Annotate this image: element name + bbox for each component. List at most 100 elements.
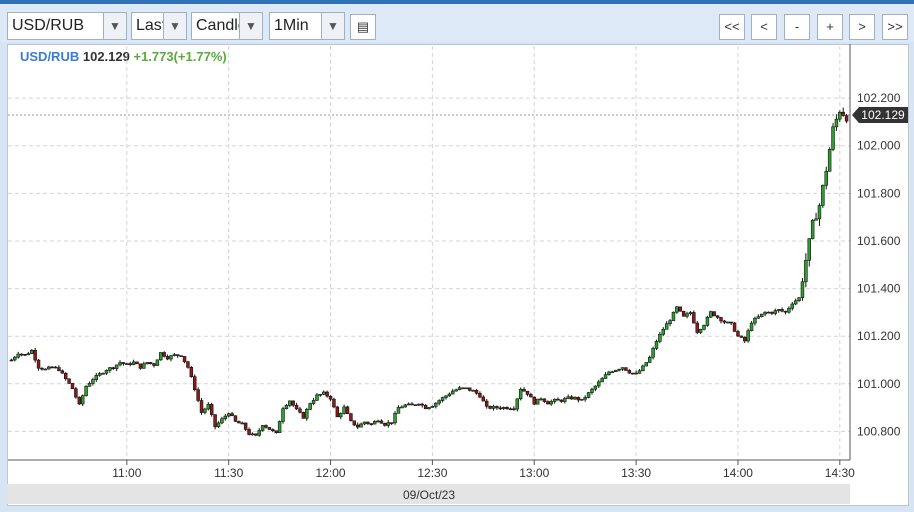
candle-body bbox=[406, 403, 411, 406]
candle-body bbox=[274, 430, 278, 433]
candle-body bbox=[678, 306, 682, 312]
candle-body bbox=[501, 407, 506, 409]
candle-body bbox=[783, 310, 788, 313]
candle-body bbox=[267, 427, 272, 430]
candle-body bbox=[824, 170, 828, 186]
candle-body bbox=[376, 420, 380, 423]
candle-body bbox=[254, 433, 258, 436]
candle-body bbox=[111, 367, 115, 369]
candle-body bbox=[542, 398, 547, 402]
candle-body bbox=[169, 355, 173, 360]
candle-body bbox=[546, 401, 550, 405]
candle-body bbox=[142, 363, 146, 369]
y-tick-label: 100.800 bbox=[857, 424, 901, 438]
candle-body bbox=[434, 402, 438, 407]
candle-body bbox=[216, 422, 221, 428]
candle-body bbox=[125, 363, 129, 365]
candle-body bbox=[437, 400, 441, 404]
candle-body bbox=[233, 415, 238, 422]
candle-body bbox=[19, 353, 24, 356]
candle-body bbox=[121, 362, 126, 364]
candle-body bbox=[335, 406, 340, 418]
candle-body bbox=[315, 394, 319, 401]
candle-body bbox=[240, 422, 244, 425]
candle-body bbox=[172, 354, 177, 357]
candle-body bbox=[145, 362, 149, 365]
candle-body bbox=[624, 367, 628, 371]
candle-body bbox=[403, 404, 407, 408]
candle-body bbox=[410, 403, 414, 406]
candle-body bbox=[736, 331, 740, 337]
candle-body bbox=[13, 356, 17, 361]
candle-body bbox=[393, 413, 397, 424]
candle-body bbox=[627, 370, 632, 374]
candle-body bbox=[155, 359, 160, 366]
x-tick-label: 11:30 bbox=[214, 466, 243, 480]
candle-body bbox=[651, 348, 655, 358]
candle-body bbox=[77, 396, 82, 405]
candle-body bbox=[454, 389, 458, 392]
candle-body bbox=[698, 328, 703, 333]
candle-body bbox=[597, 381, 601, 387]
candle-body bbox=[189, 367, 194, 377]
candle-body bbox=[556, 398, 560, 401]
candle-body bbox=[759, 313, 764, 317]
candle-body bbox=[70, 383, 75, 390]
candle-body bbox=[420, 403, 424, 406]
candle-body bbox=[294, 404, 299, 410]
candle-body bbox=[16, 353, 20, 358]
candle-body bbox=[30, 350, 34, 354]
candle-body bbox=[603, 374, 608, 379]
candle-body bbox=[838, 111, 842, 120]
candle-body bbox=[776, 309, 781, 311]
candle-body bbox=[67, 378, 71, 384]
candle-body bbox=[719, 317, 723, 322]
candle-body bbox=[617, 368, 621, 371]
candle-body bbox=[396, 407, 401, 414]
candle-body bbox=[664, 323, 669, 330]
candle-body bbox=[630, 372, 635, 375]
candle-body bbox=[108, 367, 112, 371]
candle-body bbox=[552, 398, 557, 402]
candle-body bbox=[87, 383, 92, 387]
candle-body bbox=[610, 371, 615, 374]
candle-body bbox=[681, 310, 686, 317]
candle-body bbox=[817, 205, 822, 220]
candle-body bbox=[379, 420, 384, 424]
candle-body bbox=[63, 372, 68, 380]
candle-body bbox=[692, 312, 696, 324]
candle-body bbox=[569, 396, 574, 400]
candle-body bbox=[457, 387, 462, 391]
candle-body bbox=[305, 409, 309, 419]
candle-body bbox=[804, 259, 808, 283]
candle-body bbox=[40, 367, 44, 370]
candle-body bbox=[586, 392, 591, 398]
candle-body bbox=[583, 397, 587, 400]
candle-body bbox=[709, 311, 713, 318]
candle-body bbox=[60, 370, 65, 374]
candle-body bbox=[114, 364, 119, 369]
candle-body bbox=[753, 317, 757, 324]
candle-body bbox=[787, 307, 791, 313]
candle-body bbox=[165, 356, 170, 360]
candle-body bbox=[763, 311, 767, 315]
candle-body bbox=[702, 325, 706, 330]
candle-body bbox=[80, 395, 85, 405]
candle-body bbox=[318, 393, 323, 396]
candle-body bbox=[471, 390, 475, 392]
candle-body bbox=[338, 413, 343, 418]
candle-body bbox=[362, 421, 367, 425]
candle-body bbox=[193, 376, 197, 390]
candle-body bbox=[807, 238, 811, 261]
candle-body bbox=[57, 367, 61, 372]
candle-body bbox=[726, 321, 730, 324]
candle-body bbox=[810, 220, 815, 239]
candle-body bbox=[729, 321, 733, 324]
candle-body bbox=[515, 398, 520, 410]
y-tick-label: 101.800 bbox=[857, 186, 901, 200]
candle-body bbox=[722, 320, 727, 323]
candle-body bbox=[386, 422, 390, 426]
candle-body bbox=[793, 300, 798, 305]
y-tick-label: 101.600 bbox=[857, 234, 901, 248]
candle-body bbox=[468, 387, 472, 391]
